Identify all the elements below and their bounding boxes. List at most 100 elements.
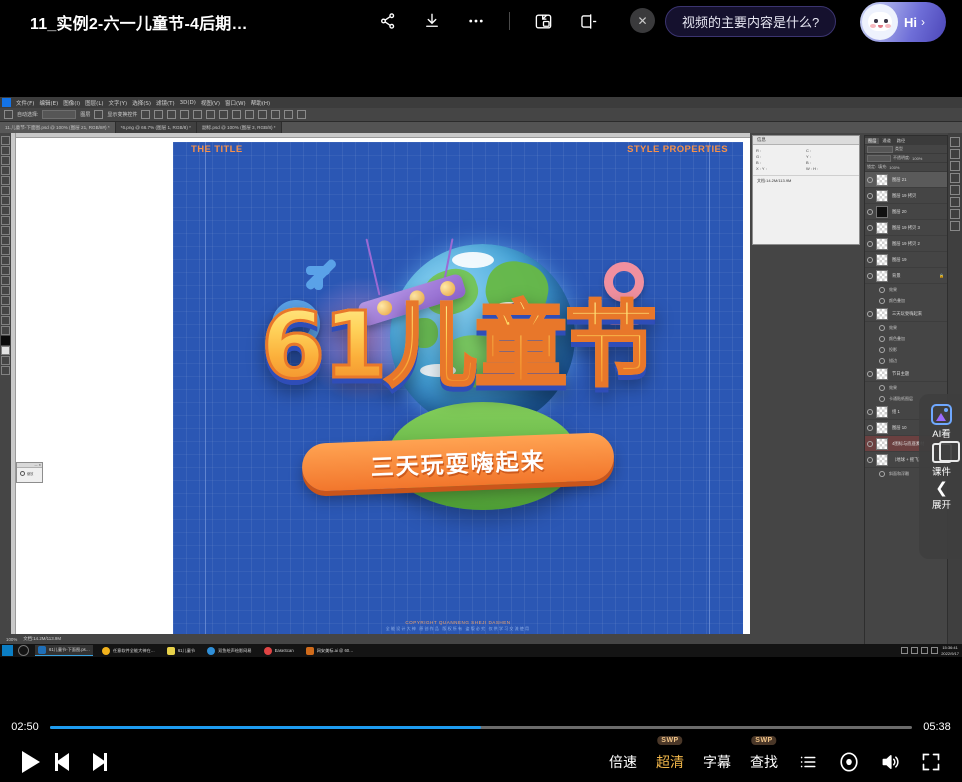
playlist-icon[interactable]: [797, 751, 819, 773]
zoom-icon[interactable]: [20, 471, 25, 476]
search-icon[interactable]: [18, 645, 29, 656]
layer-row[interactable]: 图层 19 拷贝 2: [865, 236, 947, 252]
eye-icon[interactable]: [867, 177, 873, 183]
move-tool-icon[interactable]: [4, 110, 13, 119]
tool-gradient-icon[interactable]: [1, 246, 10, 255]
layer-sublayer[interactable]: 效果: [865, 322, 947, 333]
taskbar-app-folder[interactable]: 61儿童节: [164, 645, 198, 656]
tool-dodge-icon[interactable]: [1, 266, 10, 275]
scale-3d-icon[interactable]: [297, 110, 306, 119]
tool-history-brush-icon[interactable]: [1, 226, 10, 235]
eye-icon[interactable]: [867, 409, 873, 415]
tool-shape-icon[interactable]: [1, 306, 10, 315]
blend-mode-dropdown[interactable]: [867, 155, 891, 162]
seek-bar[interactable]: [50, 726, 912, 729]
layer-sublayer[interactable]: 效果: [865, 382, 947, 393]
more-options-icon[interactable]: [463, 8, 489, 34]
opacity-value[interactable]: 100%: [912, 156, 922, 161]
tray-icon[interactable]: [911, 647, 918, 654]
align-left-icon[interactable]: [141, 110, 150, 119]
layer-sublayer[interactable]: 颜色叠加: [865, 333, 947, 344]
close-icon[interactable]: ✕: [38, 463, 41, 467]
tool-marquee-icon[interactable]: [1, 146, 10, 155]
layer-row[interactable]: 图层 20: [865, 204, 947, 220]
tab-layers[interactable]: 图层: [865, 138, 879, 144]
assistant-avatar-pill[interactable]: Hi ›: [860, 2, 946, 42]
eye-icon[interactable]: [879, 385, 885, 391]
courseware-button[interactable]: 课件: [932, 443, 952, 478]
taskbar-app-chrome[interactable]: 任意软件全能大神在…: [99, 645, 158, 656]
adjustments-panel-icon[interactable]: [950, 149, 960, 159]
network-icon[interactable]: [921, 647, 928, 654]
foreground-color-swatch[interactable]: [1, 336, 10, 345]
share-icon[interactable]: [375, 8, 401, 34]
tab-channels[interactable]: 通道: [879, 138, 893, 144]
taskbar-app-recorder[interactable]: EaseScan: [261, 645, 297, 656]
menu-help[interactable]: 帮助(H): [251, 99, 270, 107]
info-panel-tab[interactable]: 信息: [753, 137, 770, 143]
tool-crop-icon[interactable]: [1, 176, 10, 185]
settings-icon[interactable]: [838, 751, 860, 773]
subtitle-button[interactable]: 字幕: [703, 752, 731, 772]
eye-icon[interactable]: [879, 396, 885, 402]
doc-tab-2[interactable]: 副标.psd @ 100% (图层 3, RGB/8) *: [197, 122, 282, 133]
eye-icon[interactable]: [867, 425, 873, 431]
eye-icon[interactable]: [867, 257, 873, 263]
tray-icon[interactable]: [901, 647, 908, 654]
layer-sublayer[interactable]: 颜色叠加: [865, 295, 947, 306]
eye-icon[interactable]: [867, 273, 873, 279]
speed-button[interactable]: 倍速: [609, 752, 637, 772]
quick-mask-icon[interactable]: [1, 356, 10, 365]
layer-row[interactable]: 图层 21: [865, 172, 947, 188]
layer-row[interactable]: 三天玩耍嗨起来: [865, 306, 947, 322]
minimize-icon[interactable]: —: [34, 463, 37, 467]
swatches-panel-icon[interactable]: [950, 161, 960, 171]
tool-eraser-icon[interactable]: [1, 236, 10, 245]
menu-image[interactable]: 图像(I): [63, 99, 80, 107]
tool-path-select-icon[interactable]: [1, 296, 10, 305]
fill-value[interactable]: 100%: [889, 165, 899, 170]
play-icon[interactable]: [22, 751, 40, 773]
screen-mode-icon[interactable]: [1, 366, 10, 375]
tool-eyedropper-icon[interactable]: [1, 186, 10, 195]
layer-row[interactable]: 图层 19 拷贝: [865, 188, 947, 204]
taskbar-clock[interactable]: 15:36:41 2022/9/17: [941, 645, 959, 655]
distribute-h-icon[interactable]: [219, 110, 228, 119]
tool-zoom-icon[interactable]: [1, 326, 10, 335]
layer-row[interactable]: 图层 19 拷贝 3: [865, 220, 947, 236]
eye-icon[interactable]: [867, 193, 873, 199]
menu-select[interactable]: 选择(S): [132, 99, 151, 107]
previous-icon[interactable]: [54, 751, 74, 773]
tool-blur-icon[interactable]: [1, 256, 10, 265]
mode-3d-icon[interactable]: [258, 110, 267, 119]
info-panel[interactable]: 信息 R : C : G : Y : B : B : X : Y : W : H…: [752, 135, 860, 245]
styles-panel-icon[interactable]: [950, 197, 960, 207]
eye-icon[interactable]: [867, 225, 873, 231]
menu-3d[interactable]: 3D(D): [180, 100, 196, 106]
tab-paths[interactable]: 路径: [894, 138, 908, 144]
status-zoom[interactable]: 100%: [6, 637, 17, 642]
menu-edit[interactable]: 编辑(E): [39, 99, 58, 107]
eye-icon[interactable]: [879, 347, 885, 353]
volume-icon[interactable]: [879, 751, 901, 773]
taskbar-app-browser[interactable]: 双鱼绘声绘影网易: [204, 645, 255, 656]
layer-sublayer[interactable]: 描边: [865, 355, 947, 366]
doc-tab-1[interactable]: *6.png @ 66.7% (图层 1, RGB/8) *: [116, 122, 197, 133]
search-button[interactable]: SWP 查找: [750, 752, 778, 772]
menu-view[interactable]: 视图(V): [201, 99, 220, 107]
align-top-icon[interactable]: [180, 110, 189, 119]
doc-tab-0[interactable]: 11.儿童节-下面图.psd @ 100% (图层 21, RGB/8#) *: [0, 122, 116, 133]
actions-panel-icon[interactable]: [950, 209, 960, 219]
paragraph-panel-icon[interactable]: [950, 185, 960, 195]
distribute-v-icon[interactable]: [232, 110, 241, 119]
eye-icon[interactable]: [879, 471, 885, 477]
eye-icon[interactable]: [867, 457, 873, 463]
ask-question-pill[interactable]: 视频的主要内容是什么?: [665, 6, 836, 37]
align-middle-icon[interactable]: [193, 110, 202, 119]
eye-icon[interactable]: [879, 358, 885, 364]
menu-filter[interactable]: 滤镜(T): [156, 99, 175, 107]
character-panel-icon[interactable]: [950, 173, 960, 183]
photoshop-canvas-area[interactable]: THE TITLE STYLE PROPERTIES: [11, 133, 862, 634]
layer-row[interactable]: 背景 🔒: [865, 268, 947, 284]
start-button-icon[interactable]: [2, 645, 13, 656]
